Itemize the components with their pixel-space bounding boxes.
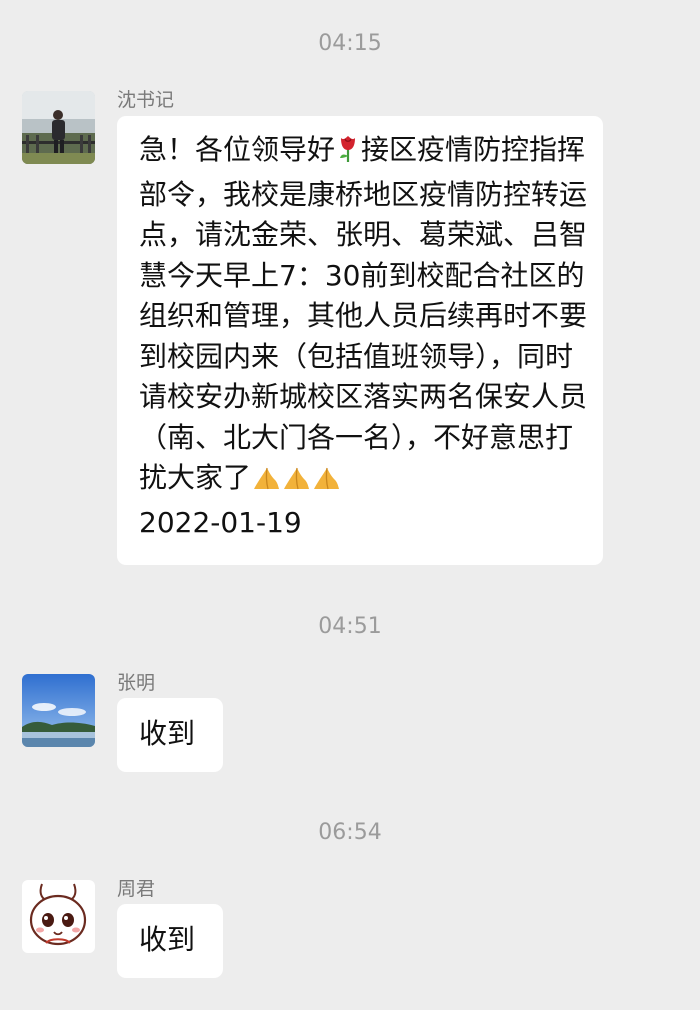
message-text-start: 急！各位领导好	[139, 133, 336, 166]
avatar-zhang[interactable]	[22, 674, 95, 747]
avatar-shen[interactable]	[22, 91, 95, 164]
sender-name: 沈书记	[117, 89, 175, 111]
timestamp: 04:15	[318, 31, 382, 56]
message-text: 收到	[139, 923, 196, 956]
folded-hands-icon	[311, 462, 341, 503]
avatar-cartoon-bunny	[22, 880, 95, 953]
avatar-photo-man-by-water	[22, 91, 95, 164]
message-date: 2022-01-19	[139, 505, 302, 539]
timestamp: 06:54	[318, 820, 382, 845]
sender-name: 周君	[117, 878, 156, 900]
message-bubble[interactable]: 收到	[117, 698, 223, 772]
message-bubble[interactable]: 急！各位领导好 接区疫情防控指挥部令，我校是康桥地区疫情防控转运点，请沈金荣、张…	[117, 116, 603, 565]
folded-hands-icon	[251, 462, 281, 503]
avatar-photo-lake-sky	[22, 674, 95, 747]
timestamp: 04:51	[318, 614, 382, 639]
sender-name: 张明	[117, 672, 156, 694]
avatar-zhou[interactable]	[22, 880, 95, 953]
folded-hands-icon	[281, 462, 311, 503]
message-text: 接区疫情防控指挥部令，我校是康桥地区疫情防控转运点，请沈金荣、张明、葛荣斌、吕智…	[139, 133, 588, 494]
message-text: 收到	[139, 717, 196, 750]
message-bubble[interactable]: 收到	[117, 904, 223, 978]
rose-icon	[335, 133, 361, 175]
